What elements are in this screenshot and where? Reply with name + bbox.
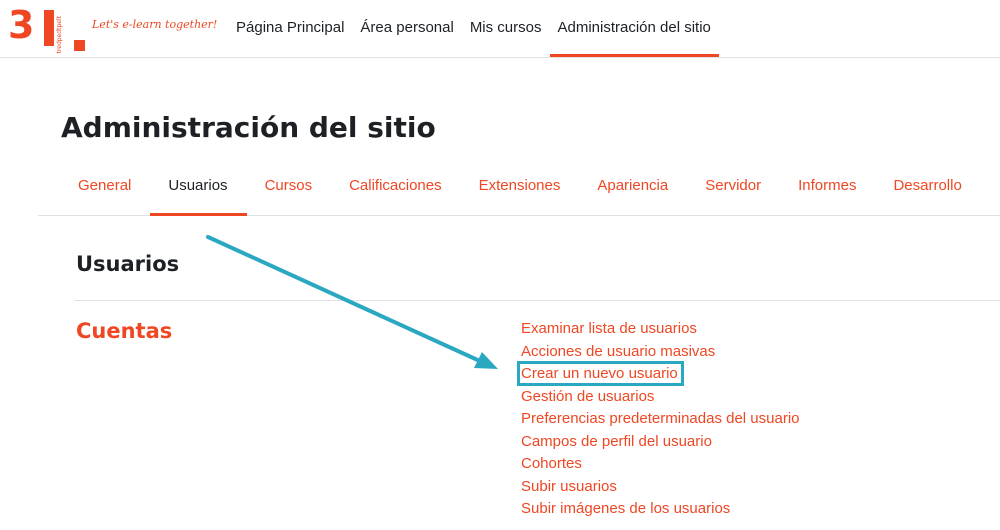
top-navbar: 3 tredpedtpelt Let's e-learn together! P… [0, 0, 1000, 58]
logo-bar [44, 10, 54, 46]
nav-item-dashboard[interactable]: Área personal [352, 0, 461, 57]
accounts-link-list: Examinar lista de usuarios Acciones de u… [517, 318, 800, 521]
category-title[interactable]: Cuentas [76, 316, 172, 346]
tab-users[interactable]: Usuarios [150, 160, 247, 216]
link-upload-users[interactable]: Subir usuarios [521, 478, 617, 495]
link-cohorts[interactable]: Cohortes [521, 455, 582, 472]
list-item: Gestión de usuarios [521, 386, 800, 409]
nav-item-site-administration[interactable]: Administración del sitio [549, 0, 719, 57]
tab-courses[interactable]: Cursos [247, 160, 332, 216]
tab-plugins[interactable]: Extensiones [461, 160, 580, 216]
tab-grades[interactable]: Calificaciones [331, 160, 461, 216]
list-item: Subir imágenes de los usuarios [521, 498, 800, 521]
logo-dot [74, 40, 85, 51]
list-item: Examinar lista de usuarios [521, 318, 800, 341]
link-bulk-user-actions[interactable]: Acciones de usuario masivas [521, 343, 715, 360]
link-browse-users[interactable]: Examinar lista de usuarios [521, 320, 697, 337]
list-item: Preferencias predeterminadas del usuario [521, 408, 800, 431]
section-divider [74, 300, 1000, 301]
primary-navigation: Página Principal Área personal Mis curso… [228, 0, 719, 57]
tab-development[interactable]: Desarrollo [875, 160, 980, 216]
section-title: Usuarios [76, 252, 180, 276]
link-user-management[interactable]: Gestión de usuarios [521, 388, 654, 405]
list-item: Acciones de usuario masivas [521, 341, 800, 364]
link-user-profile-fields[interactable]: Campos de perfil del usuario [521, 433, 712, 450]
nav-item-my-courses[interactable]: Mis cursos [462, 0, 550, 57]
tab-appearance[interactable]: Apariencia [579, 160, 687, 216]
nav-item-home[interactable]: Página Principal [228, 0, 352, 57]
logo-number: 3 [8, 3, 35, 47]
annotation-arrow-head [474, 352, 498, 369]
tab-reports[interactable]: Informes [780, 160, 875, 216]
list-item: Cohortes [521, 453, 800, 476]
brand-tagline: Let's e-learn together! [92, 18, 218, 31]
link-user-default-preferences[interactable]: Preferencias predeterminadas del usuario [521, 410, 800, 427]
list-item: Campos de perfil del usuario [521, 431, 800, 454]
list-item: Crear un nuevo usuario [517, 361, 800, 386]
admin-tabs: General Usuarios Cursos Calificaciones E… [38, 160, 1000, 216]
list-item: Subir usuarios [521, 476, 800, 499]
tab-general[interactable]: General [60, 160, 150, 216]
tab-server[interactable]: Servidor [687, 160, 780, 216]
page-title: Administración del sitio [61, 111, 436, 144]
logo-side-text: tredpedtpelt [56, 16, 63, 54]
site-logo[interactable]: 3 tredpedtpelt [8, 3, 93, 54]
link-add-new-user[interactable]: Crear un nuevo usuario [517, 361, 684, 386]
link-upload-user-pictures[interactable]: Subir imágenes de los usuarios [521, 500, 730, 517]
